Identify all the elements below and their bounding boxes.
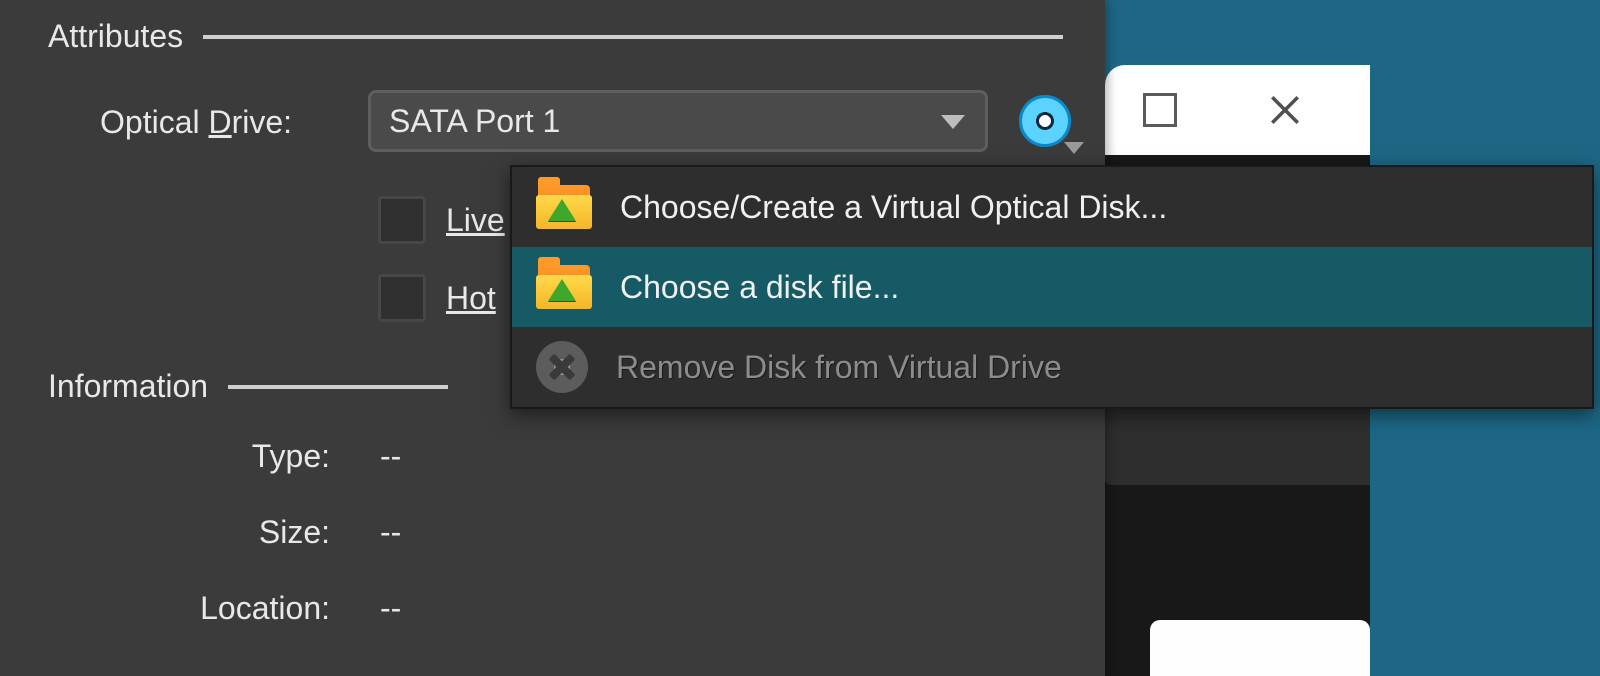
attributes-header-label: Attributes: [48, 18, 183, 55]
menu-choose-create-label: Choose/Create a Virtual Optical Disk...: [620, 189, 1167, 226]
checkbox-icon: [378, 274, 426, 322]
information-header: Information: [48, 368, 448, 405]
optical-drive-label-mnemonic: D: [208, 104, 231, 140]
remove-disk-icon: [536, 341, 588, 393]
optical-drive-select[interactable]: SATA Port 1: [368, 90, 988, 152]
location-value: --: [380, 590, 401, 627]
menu-remove-disk: Remove Disk from Virtual Drive: [512, 327, 1592, 407]
information-header-label: Information: [48, 368, 208, 405]
background-preview-page: [1150, 620, 1370, 676]
close-button[interactable]: [1255, 85, 1315, 135]
location-label: Location:: [10, 590, 330, 627]
menu-choose-disk-file[interactable]: Choose a disk file...: [512, 247, 1592, 327]
checkbox-icon: [378, 196, 426, 244]
divider: [203, 35, 1063, 39]
close-icon: [1268, 93, 1302, 127]
live-cd-label: Live: [446, 202, 505, 239]
menu-choose-create-disk[interactable]: Choose/Create a Virtual Optical Disk...: [512, 167, 1592, 247]
folder-open-icon: [536, 185, 592, 229]
optical-drive-label: Optical Drive:: [100, 104, 292, 141]
hot-pluggable-checkbox[interactable]: Hot: [378, 274, 496, 322]
restore-button[interactable]: [1130, 85, 1190, 135]
type-value: --: [380, 438, 401, 475]
disc-icon: [1019, 95, 1071, 147]
optical-drive-label-pre: Optical: [100, 104, 208, 140]
live-cd-checkbox[interactable]: Live: [378, 196, 505, 244]
folder-open-icon: [536, 265, 592, 309]
menu-remove-label: Remove Disk from Virtual Drive: [616, 349, 1062, 386]
hot-pluggable-label: Hot: [446, 280, 496, 317]
optical-drive-value: SATA Port 1: [389, 103, 560, 140]
dropdown-arrow-icon: [1064, 142, 1084, 154]
choose-disk-button[interactable]: [1010, 86, 1080, 156]
attributes-header: Attributes: [48, 18, 1063, 55]
background-preview-card-bottom: [1105, 405, 1370, 485]
menu-choose-file-label: Choose a disk file...: [620, 269, 899, 306]
chevron-down-icon: [941, 115, 965, 129]
disk-context-menu: Choose/Create a Virtual Optical Disk... …: [510, 165, 1594, 409]
restore-icon: [1143, 93, 1177, 127]
optical-drive-label-post: rive:: [232, 104, 292, 140]
size-label: Size:: [10, 514, 330, 551]
divider: [228, 385, 448, 389]
type-label: Type:: [10, 438, 330, 475]
size-value: --: [380, 514, 401, 551]
